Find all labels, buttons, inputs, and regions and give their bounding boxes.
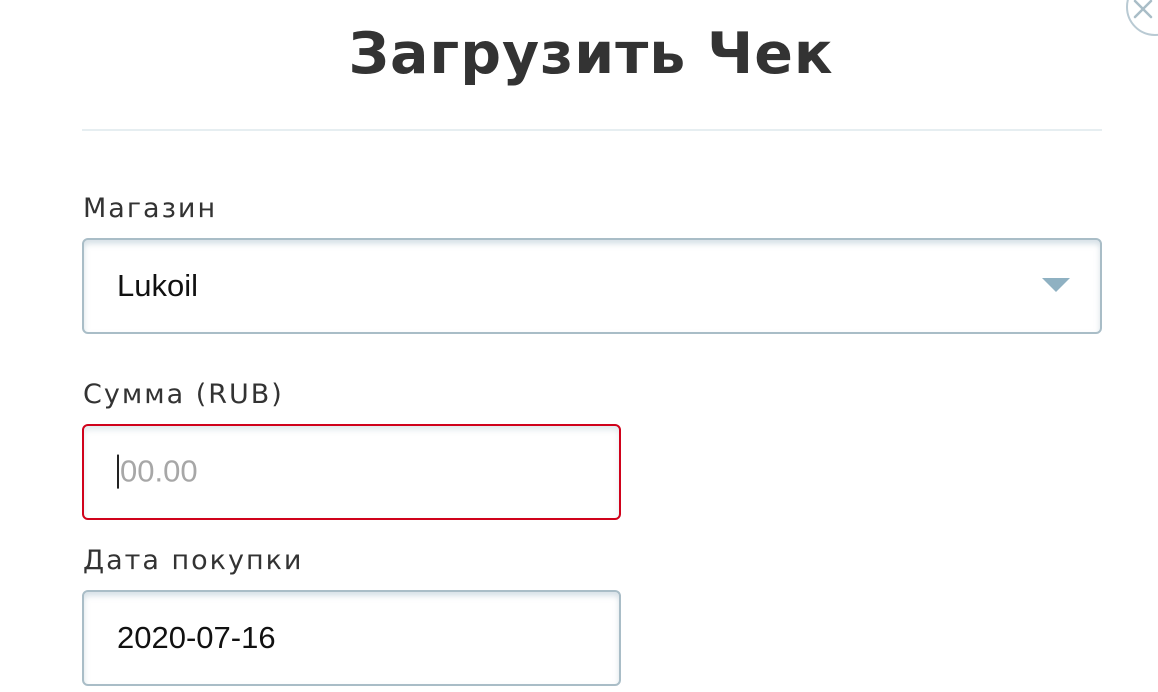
amount-placeholder: 00.00 [120,453,198,489]
purchase-date-value: 2020-07-16 [117,620,276,655]
amount-input[interactable]: 00.00 [82,424,621,520]
purchase-date-label: Дата покупки [83,545,304,576]
store-selected-value: Lukoil [117,268,198,303]
store-select[interactable]: Lukoil [82,238,1102,334]
amount-label: Сумма (RUB) [83,379,284,410]
store-label: Магазин [83,193,218,224]
text-caret [117,454,119,489]
purchase-date-input[interactable]: 2020-07-16 [82,590,621,686]
chevron-down-icon[interactable] [1042,278,1070,292]
header-divider [82,129,1102,131]
dialog-title: Загрузить Чек [348,21,834,87]
amount-value: 00.00 [117,454,198,491]
